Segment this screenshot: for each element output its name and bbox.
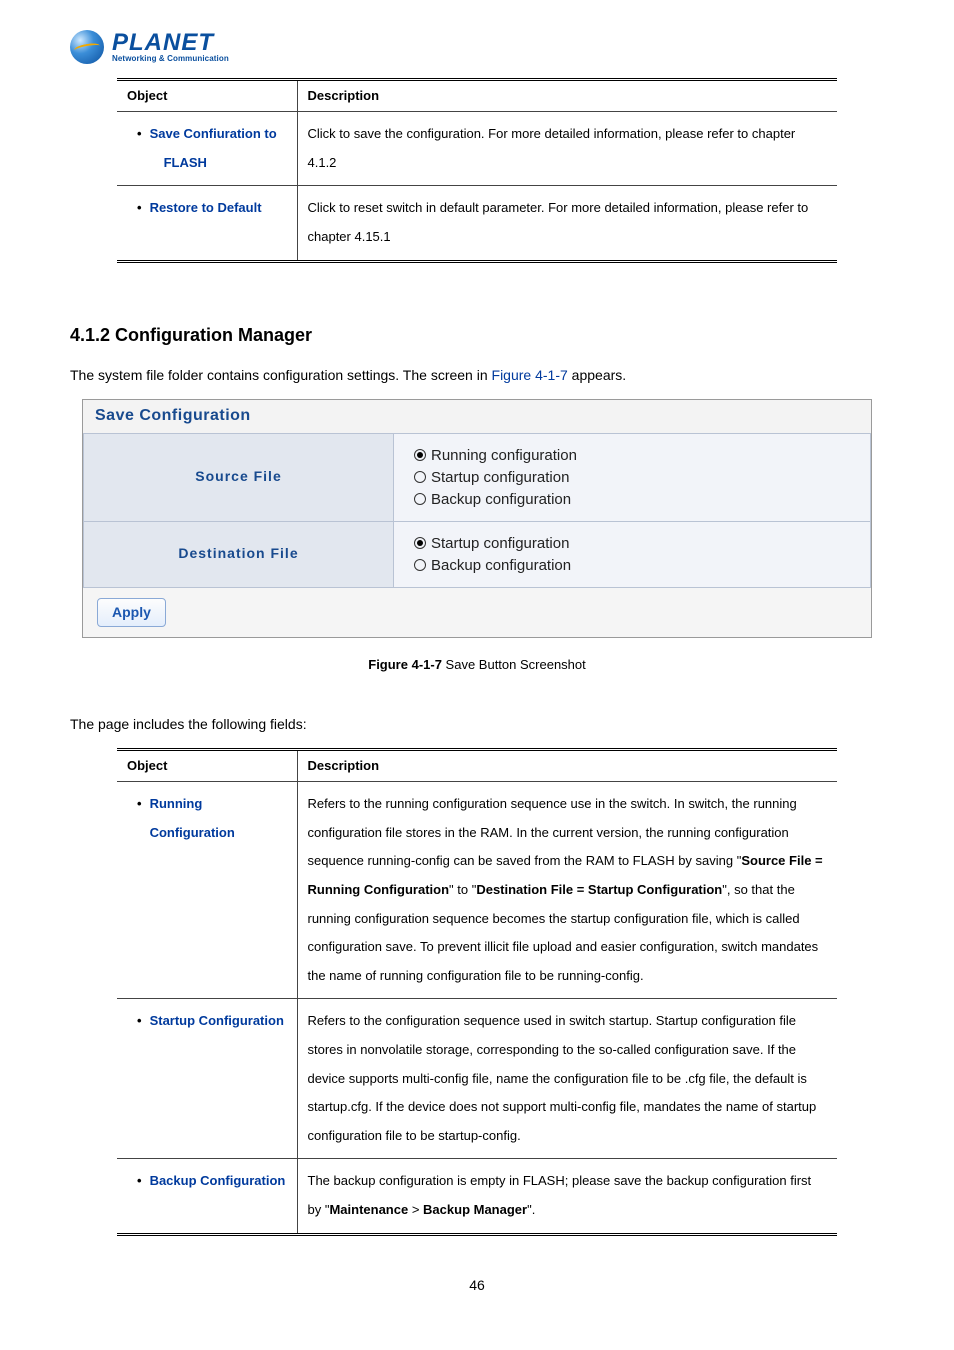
- radio-icon: [414, 559, 426, 571]
- col-description: Description: [297, 80, 837, 112]
- table-row: Restore to Default Click to reset switch…: [117, 186, 837, 261]
- source-file-label: Source File: [84, 433, 394, 521]
- radio-icon: [414, 493, 426, 505]
- fields-intro: The page includes the following fields:: [70, 715, 884, 735]
- figure-caption: Figure 4-1-7 Save Button Screenshot: [70, 656, 884, 674]
- col-description: Description: [297, 750, 837, 782]
- table-row: Save Confiuration toFLASH Click to save …: [117, 112, 837, 186]
- save-configuration-screenshot: Save Configuration Source File Running c…: [82, 399, 872, 638]
- radio-startup-configuration-dest[interactable]: Startup configuration: [414, 533, 850, 554]
- radio-running-configuration[interactable]: Running configuration: [414, 445, 850, 466]
- destination-file-label: Destination File: [84, 521, 394, 587]
- radio-startup-configuration[interactable]: Startup configuration: [414, 467, 850, 488]
- table-row: Backup Configuration The backup configur…: [117, 1159, 837, 1234]
- radio-icon: [414, 537, 426, 549]
- logo: PLANET Networking & Communication: [70, 30, 884, 64]
- radio-backup-configuration-dest[interactable]: Backup configuration: [414, 555, 850, 576]
- section-heading: 4.1.2 Configuration Manager: [70, 323, 884, 348]
- table-row: Running Configuration Refers to the runn…: [117, 782, 837, 999]
- apply-button[interactable]: Apply: [97, 598, 166, 628]
- table-row: Startup Configuration Refers to the conf…: [117, 999, 837, 1159]
- logo-globe-icon: [70, 30, 104, 64]
- col-object: Object: [117, 750, 297, 782]
- panel-title: Save Configuration: [83, 400, 871, 432]
- figure-link[interactable]: Figure 4-1-7: [492, 367, 568, 383]
- col-object: Object: [117, 80, 297, 112]
- object-description-table-2: Object Description Running Configuration…: [117, 748, 837, 1236]
- lead-paragraph: The system file folder contains configur…: [70, 366, 884, 386]
- object-description-table-1: Object Description Save Confiuration toF…: [117, 78, 837, 263]
- logo-brand: PLANET: [112, 31, 229, 55]
- radio-backup-configuration[interactable]: Backup configuration: [414, 489, 850, 510]
- page-number: 46: [70, 1276, 884, 1296]
- radio-icon: [414, 471, 426, 483]
- logo-tagline: Networking & Communication: [112, 55, 229, 63]
- radio-icon: [414, 449, 426, 461]
